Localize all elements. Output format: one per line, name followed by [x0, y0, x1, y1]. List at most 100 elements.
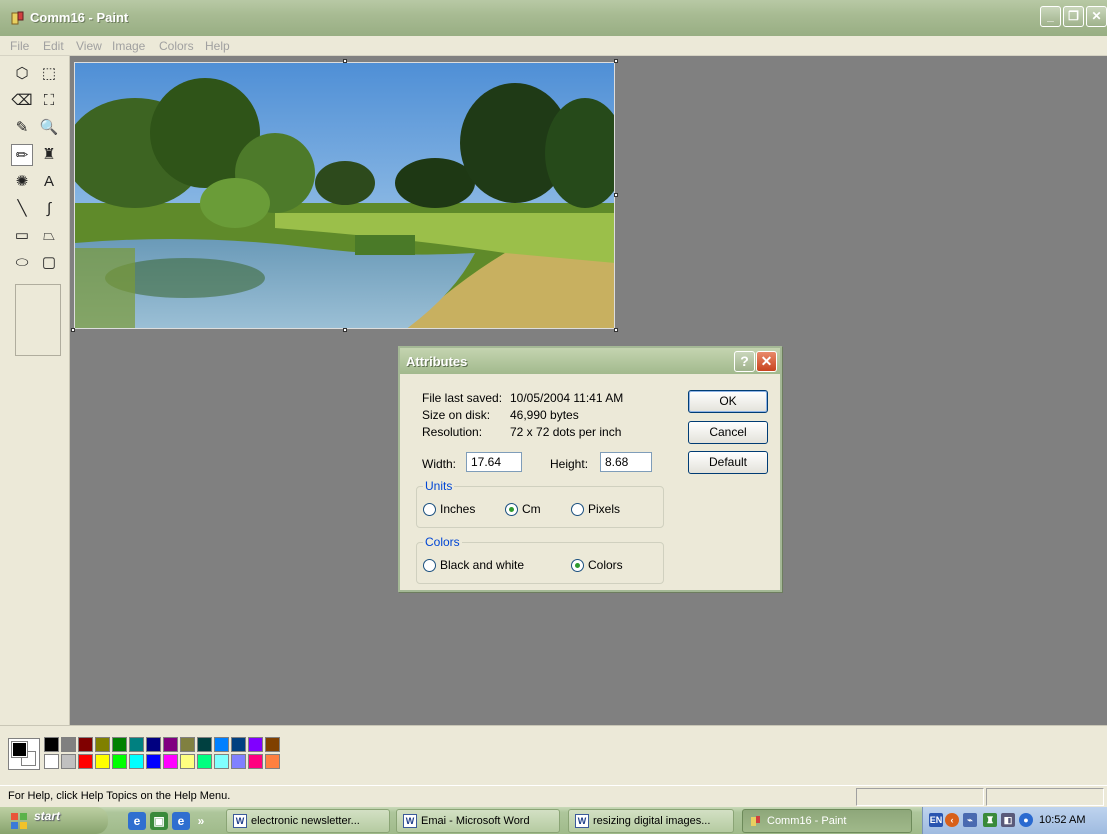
- palette-swatch[interactable]: [112, 754, 127, 769]
- tray-arrow-icon[interactable]: ‹: [945, 813, 959, 827]
- units-inches-label: Inches: [440, 502, 476, 516]
- clock[interactable]: 10:52 AM: [1039, 814, 1085, 826]
- toolbox: ⬡ ⬚ ⌫ ⛶ ✎ 🔍 ✏ ♜ ✺ A ╲ ∫ ▭ ⏢ ⬭ ▢: [0, 56, 70, 725]
- word-icon: W: [403, 814, 417, 828]
- resize-handle[interactable]: [614, 59, 618, 63]
- media-icon[interactable]: e: [172, 812, 190, 830]
- palette-swatch[interactable]: [248, 754, 263, 769]
- rectangle-icon[interactable]: ▭: [11, 225, 33, 247]
- title-bar: Comm16 - Paint _ ❐ ✕: [0, 0, 1107, 36]
- select-icon[interactable]: ⬚: [38, 63, 60, 85]
- minimize-button[interactable]: _: [1040, 6, 1061, 27]
- menu-help[interactable]: Help: [205, 39, 230, 53]
- tool-options-box[interactable]: [15, 284, 61, 356]
- resize-handle[interactable]: [614, 193, 618, 197]
- units-cm-label: Cm: [522, 502, 541, 516]
- internet-explorer-icon[interactable]: e: [128, 812, 146, 830]
- colors-group-title: Colors: [423, 535, 462, 549]
- palette-swatch[interactable]: [129, 754, 144, 769]
- start-button[interactable]: start: [0, 807, 108, 834]
- resize-handle[interactable]: [343, 328, 347, 332]
- resize-handle[interactable]: [71, 328, 75, 332]
- default-button[interactable]: Default: [688, 451, 768, 474]
- ok-button[interactable]: OK: [688, 390, 768, 413]
- palette-swatch[interactable]: [214, 754, 229, 769]
- palette-swatch[interactable]: [248, 737, 263, 752]
- text-icon[interactable]: A: [38, 171, 60, 193]
- canvas-image[interactable]: [74, 62, 615, 329]
- task-electronic-newsletter[interactable]: W electronic newsletter...: [226, 809, 390, 833]
- palette-swatch[interactable]: [163, 737, 178, 752]
- cancel-button[interactable]: Cancel: [688, 421, 768, 444]
- magnifier-icon[interactable]: 🔍: [38, 117, 60, 139]
- task-emai-word[interactable]: W Emai - Microsoft Word: [396, 809, 560, 833]
- menu-image[interactable]: Image: [112, 39, 145, 53]
- line-icon[interactable]: ╲: [11, 198, 33, 220]
- network-icon[interactable]: ⌁: [963, 813, 977, 827]
- palette-swatch[interactable]: [129, 737, 144, 752]
- palette-swatch[interactable]: [197, 754, 212, 769]
- word-icon: W: [575, 814, 589, 828]
- close-button[interactable]: ✕: [1086, 6, 1107, 27]
- fill-with-color-icon[interactable]: ⛶: [38, 90, 60, 112]
- curve-icon[interactable]: ∫: [38, 198, 60, 220]
- menu-colors[interactable]: Colors: [159, 39, 194, 53]
- menu-file[interactable]: File: [10, 39, 29, 53]
- units-pixels-radio[interactable]: Pixels: [571, 502, 620, 516]
- polygon-icon[interactable]: ⏢: [38, 225, 60, 247]
- radio-indicator-selected: [505, 502, 518, 516]
- colors-bw-radio[interactable]: Black and white: [423, 558, 524, 572]
- palette-swatch[interactable]: [265, 737, 280, 752]
- palette-swatch[interactable]: [61, 737, 76, 752]
- palette-swatch[interactable]: [44, 754, 59, 769]
- status-bar: For Help, click Help Topics on the Help …: [0, 785, 1107, 807]
- palette-swatch[interactable]: [78, 737, 93, 752]
- palette-swatch[interactable]: [214, 737, 229, 752]
- show-desktop-icon[interactable]: ▣: [150, 812, 168, 830]
- dialog-close-button[interactable]: ✕: [756, 351, 777, 372]
- menu-view[interactable]: View: [76, 39, 102, 53]
- palette-swatch[interactable]: [78, 754, 93, 769]
- palette-swatch[interactable]: [197, 737, 212, 752]
- pencil-icon[interactable]: ✏: [11, 144, 33, 166]
- palette-swatch[interactable]: [231, 754, 246, 769]
- task-comm16-paint[interactable]: Comm16 - Paint: [742, 809, 912, 833]
- help-button[interactable]: ?: [734, 351, 755, 372]
- palette-swatch[interactable]: [95, 737, 110, 752]
- width-input[interactable]: [466, 452, 522, 472]
- palette-swatch[interactable]: [146, 754, 161, 769]
- free-form-select-icon[interactable]: ⬡: [11, 63, 33, 85]
- units-inches-radio[interactable]: Inches: [423, 502, 475, 516]
- maximize-button[interactable]: ❐: [1063, 6, 1084, 27]
- brush-icon[interactable]: ♜: [38, 144, 60, 166]
- ellipse-icon[interactable]: ⬭: [11, 252, 33, 274]
- height-input[interactable]: [600, 452, 652, 472]
- tray-clock-app-icon[interactable]: ●: [1019, 813, 1033, 827]
- volume-icon[interactable]: ◧: [1001, 813, 1015, 827]
- palette-swatch[interactable]: [231, 737, 246, 752]
- palette-swatch[interactable]: [180, 737, 195, 752]
- palette-swatch[interactable]: [265, 754, 280, 769]
- taskbar: start e ▣ e » W electronic newsletter...…: [0, 807, 1107, 834]
- current-colors[interactable]: [8, 738, 40, 770]
- task-resizing-digital-images[interactable]: W resizing digital images...: [568, 809, 734, 833]
- resize-handle[interactable]: [343, 59, 347, 63]
- resize-handle[interactable]: [614, 328, 618, 332]
- eraser-icon[interactable]: ⌫: [11, 90, 33, 112]
- language-indicator[interactable]: EN: [929, 813, 943, 827]
- rounded-rectangle-icon[interactable]: ▢: [38, 252, 60, 274]
- colors-colors-radio[interactable]: Colors: [571, 558, 623, 572]
- menu-edit[interactable]: Edit: [43, 39, 64, 53]
- quick-launch-more-icon[interactable]: »: [192, 812, 210, 830]
- palette-swatch[interactable]: [61, 754, 76, 769]
- tray-app-icon[interactable]: ♜: [983, 813, 997, 827]
- palette-swatch[interactable]: [95, 754, 110, 769]
- units-cm-radio[interactable]: Cm: [505, 502, 541, 516]
- palette-swatch[interactable]: [44, 737, 59, 752]
- airbrush-icon[interactable]: ✺: [11, 171, 33, 193]
- palette-swatch[interactable]: [180, 754, 195, 769]
- pick-color-icon[interactable]: ✎: [11, 117, 33, 139]
- palette-swatch[interactable]: [146, 737, 161, 752]
- palette-swatch[interactable]: [112, 737, 127, 752]
- palette-swatch[interactable]: [163, 754, 178, 769]
